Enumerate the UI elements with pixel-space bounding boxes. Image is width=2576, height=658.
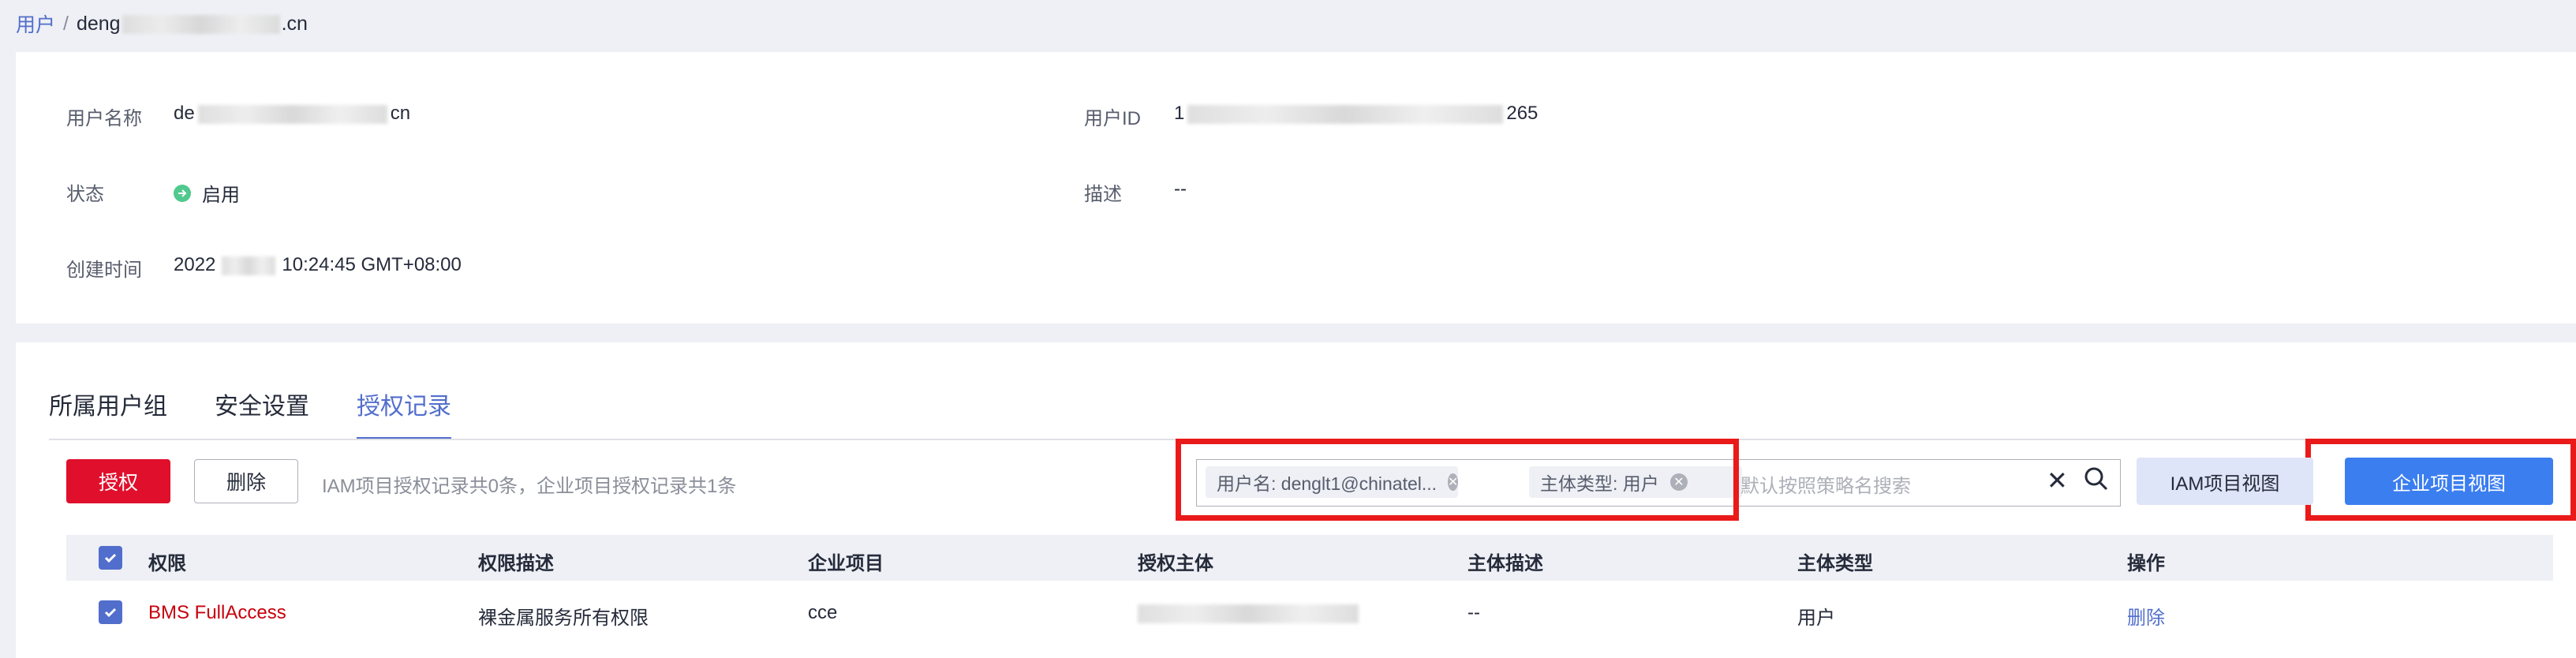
permission-link[interactable]: BMS FullAccess (148, 602, 286, 624)
enabled-status-icon (174, 184, 191, 202)
breadcrumb: 用户 / deng .cn (16, 8, 308, 39)
tab-user-groups[interactable]: 所属用户组 (49, 387, 167, 440)
tab-security-settings[interactable]: 安全设置 (215, 387, 309, 440)
highlight-frame-filters (1176, 439, 1739, 521)
status-value: 启用 (202, 185, 240, 206)
authorize-button[interactable]: 授权 (66, 459, 170, 503)
created-time-label: 创建时间 (66, 260, 142, 281)
clear-search-icon[interactable]: ✕ (2047, 465, 2068, 495)
user-id-value: 1 265 (1174, 103, 1538, 124)
principal-type-cell: 用户 (1797, 608, 1835, 629)
column-header-principal-desc[interactable]: 主体描述 (1467, 548, 1543, 575)
status-value-group: 启用 (174, 179, 240, 207)
username-value: de cn (174, 103, 411, 124)
enterprise-project-view-button[interactable]: 企业项目视图 (2345, 458, 2553, 505)
principal-desc-cell: -- (1467, 602, 1480, 623)
iam-project-view-button[interactable]: IAM项目视图 (2137, 458, 2313, 505)
breadcrumb-current-user: deng .cn (76, 12, 308, 35)
status-label: 状态 (66, 184, 104, 205)
permission-desc-cell: 裸金属服务所有权限 (478, 608, 649, 629)
select-all-checkbox[interactable] (99, 546, 122, 570)
column-header-actions: 操作 (2127, 553, 2165, 574)
enterprise-project-cell: cce (808, 602, 838, 623)
column-header-permission-desc[interactable]: 权限描述 (478, 548, 554, 575)
description-label: 描述 (1084, 184, 1122, 205)
user-id-label: 用户ID (1084, 108, 1141, 129)
username-label: 用户名称 (66, 108, 142, 129)
created-time-value: 2022 10:24:45 GMT+08:00 (174, 254, 462, 275)
tab-bar: 所属用户组 安全设置 授权记录 (49, 387, 451, 440)
table-header (66, 535, 2553, 581)
column-header-permission[interactable]: 权限 (148, 548, 186, 575)
row-delete-link[interactable]: 删除 (2127, 602, 2165, 630)
column-header-principal[interactable]: 授权主体 (1138, 548, 1213, 575)
principal-cell (1138, 602, 1359, 624)
search-input-placeholder[interactable]: 默认按照策略名搜索 (1740, 470, 1911, 498)
records-summary: IAM项目授权记录共0条，企业项目授权记录共1条 (322, 476, 737, 497)
row-checkbox[interactable] (99, 600, 122, 624)
search-icon[interactable] (2083, 465, 2110, 492)
column-header-principal-type[interactable]: 主体类型 (1797, 548, 1873, 575)
tab-authorization-records[interactable]: 授权记录 (357, 387, 451, 440)
user-detail-card (16, 52, 2576, 323)
description-value: -- (1174, 178, 1187, 200)
column-header-enterprise-project[interactable]: 企业项目 (808, 548, 884, 575)
breadcrumb-users-link[interactable]: 用户 (16, 9, 55, 38)
delete-button[interactable]: 删除 (194, 459, 298, 503)
breadcrumb-separator: / (63, 12, 69, 35)
